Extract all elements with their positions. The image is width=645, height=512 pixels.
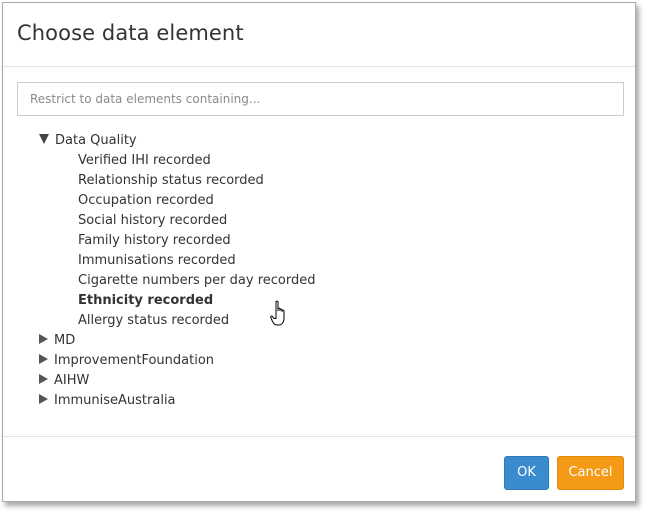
dialog-header: Choose data element <box>3 3 635 67</box>
triangle-right-icon[interactable] <box>39 373 48 384</box>
tree-group-label: AIHW <box>54 373 90 388</box>
dialog-title: Choose data element <box>17 21 244 45</box>
tree-group-improvementfoundation[interactable]: ImprovementFoundation <box>39 351 214 371</box>
tree-item-family-history-recorded[interactable]: Family history recorded <box>78 231 231 251</box>
tree-group-label: ImprovementFoundation <box>54 353 215 368</box>
tree-item-immunisations-recorded[interactable]: Immunisations recorded <box>78 251 236 271</box>
cancel-button[interactable]: Cancel <box>557 456 624 490</box>
ok-button[interactable]: OK <box>504 456 549 490</box>
triangle-down-icon[interactable] <box>39 133 49 144</box>
tree-item-social-history-recorded[interactable]: Social history recorded <box>78 211 227 231</box>
tree-item-verified-ihi-recorded[interactable]: Verified IHI recorded <box>78 151 211 171</box>
triangle-right-icon[interactable] <box>39 333 48 344</box>
tree-group-aihw[interactable]: AIHW <box>39 371 89 391</box>
triangle-right-icon[interactable] <box>39 393 48 404</box>
tree-item-cigarette-numbers-recorded[interactable]: Cigarette numbers per day recorded <box>78 271 315 291</box>
tree-item-ethnicity-recorded[interactable]: Ethnicity recorded <box>78 291 213 311</box>
tree-group-data-quality[interactable]: Data Quality <box>39 131 137 151</box>
tree-group-label: Data Quality <box>55 133 137 148</box>
search-input[interactable] <box>17 82 624 116</box>
tree-item-relationship-status-recorded[interactable]: Relationship status recorded <box>78 171 264 191</box>
choose-data-element-dialog: Choose data element Data Quality Verifie… <box>2 2 636 502</box>
triangle-right-icon[interactable] <box>39 353 48 364</box>
hand-pointer-icon <box>270 300 285 326</box>
tree-group-md[interactable]: MD <box>39 331 75 351</box>
tree-group-immuniseaustralia[interactable]: ImmuniseAustralia <box>39 391 176 411</box>
tree-group-label: ImmuniseAustralia <box>54 393 176 408</box>
tree-group-label: MD <box>54 333 76 348</box>
dialog-footer: OK Cancel <box>3 436 635 502</box>
tree-item-occupation-recorded[interactable]: Occupation recorded <box>78 191 214 211</box>
tree-item-allergy-status-recorded[interactable]: Allergy status recorded <box>78 311 229 331</box>
